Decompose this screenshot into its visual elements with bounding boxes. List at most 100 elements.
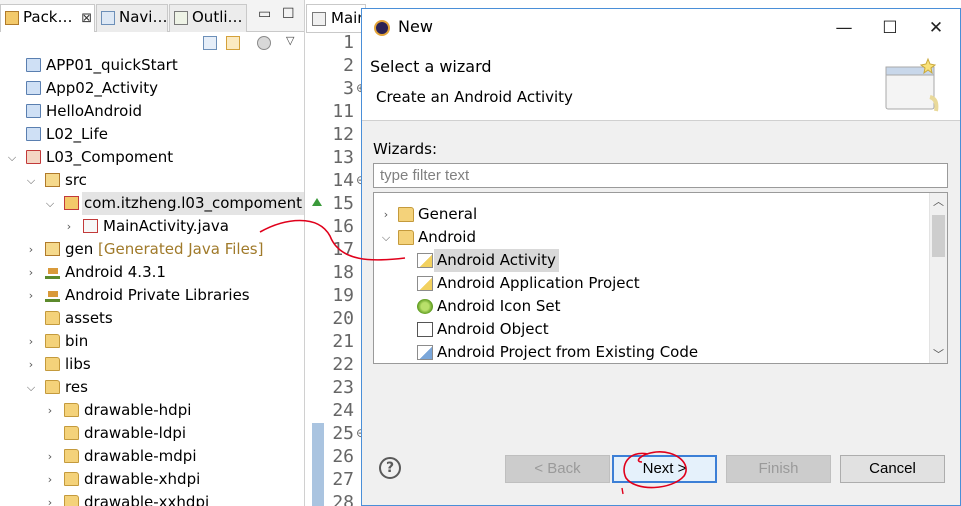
- wizard-item-label: Android Activity: [434, 249, 559, 272]
- chevron-right-icon[interactable]: ›: [25, 284, 37, 307]
- wizard-tree-scrollbar[interactable]: ︿ ﹀: [929, 193, 947, 363]
- chevron-down-icon[interactable]: ⌵: [25, 376, 37, 399]
- minimize-view-icon[interactable]: ▭: [258, 6, 271, 22]
- outline-icon: [174, 11, 188, 25]
- wizard-item-label: Android Application Project: [437, 274, 640, 292]
- chevron-right-icon[interactable]: ›: [25, 330, 37, 353]
- folder-icon: [64, 495, 79, 506]
- folder-icon: [398, 207, 414, 222]
- line-number: 22: [332, 354, 354, 375]
- tab-navigator[interactable]: Navi…: [96, 4, 168, 32]
- chevron-right-icon[interactable]: ›: [44, 468, 56, 491]
- tree-item-label: bin: [65, 332, 89, 350]
- finish-button[interactable]: Finish: [726, 455, 831, 483]
- source-folder-icon: [45, 173, 60, 187]
- maximize-button[interactable]: ☐: [867, 9, 913, 47]
- folder-icon: [64, 403, 79, 417]
- tree-item-label: com.itzheng.l03_compoment: [82, 192, 304, 215]
- chevron-right-icon[interactable]: ›: [44, 399, 56, 422]
- scrollbar-thumb[interactable]: [932, 215, 945, 257]
- chevron-right-icon[interactable]: ›: [44, 445, 56, 468]
- java-file-icon: [83, 219, 98, 233]
- tab-main-activity[interactable]: Main: [306, 4, 366, 32]
- chevron-down-icon[interactable]: ⌵: [25, 169, 37, 192]
- tab-navigator-label: Navi…: [119, 8, 168, 26]
- maximize-view-icon[interactable]: ☐: [282, 6, 295, 22]
- chevron-down-icon[interactable]: ⌵: [44, 192, 56, 215]
- java-editor: Main 123⊕11121314⊖1516171819202122232425…: [306, 0, 366, 506]
- error-project-icon: [26, 150, 41, 164]
- folder-icon: [45, 380, 60, 394]
- chevron-right-icon[interactable]: ›: [25, 238, 37, 261]
- new-project-icon: [417, 276, 433, 291]
- folder-icon: [64, 472, 79, 486]
- project-icon: [26, 127, 41, 141]
- tree-item-label: drawable-ldpi: [84, 424, 187, 442]
- chevron-down-icon[interactable]: ﹀: [930, 346, 947, 363]
- line-number: 2: [343, 55, 354, 76]
- folder-icon: [64, 449, 79, 463]
- chevron-down-icon[interactable]: ⌵: [380, 226, 392, 249]
- tab-package-explorer[interactable]: Pack… ⊠: [0, 4, 95, 33]
- wizard-page-description: Create an Android Activity: [376, 88, 573, 106]
- package-explorer-panel: Pack… ⊠ Navi… Outli… ▭ ☐ ▽ APP01_quickSt…: [0, 0, 305, 506]
- wizard-filter-input[interactable]: [373, 163, 948, 188]
- line-number: 12: [332, 124, 354, 145]
- view-menu-icon[interactable]: [257, 36, 271, 50]
- chevron-down-icon[interactable]: ⌵: [6, 146, 18, 169]
- wizard-header: Select a wizard Create an Android Activi…: [362, 47, 960, 121]
- new-wizard-dialog: New — ☐ ✕ Select a wizard Create an Andr…: [361, 8, 961, 506]
- tab-outline[interactable]: Outli…: [169, 4, 247, 32]
- chevron-down-icon[interactable]: ▽: [286, 34, 294, 47]
- wizard-item-label: Android Project from Existing Code: [437, 343, 699, 361]
- tree-item-label: gen [Generated Java Files]: [65, 240, 264, 258]
- override-marker-icon: [312, 198, 322, 206]
- cancel-button[interactable]: Cancel: [840, 455, 945, 483]
- chevron-right-icon[interactable]: ›: [25, 261, 37, 284]
- tree-item-label: APP01_quickStart: [46, 56, 178, 74]
- minimize-button[interactable]: —: [821, 9, 867, 47]
- link-with-editor-icon[interactable]: [226, 36, 240, 50]
- line-number: 19: [332, 285, 354, 306]
- chevron-right-icon[interactable]: ›: [63, 215, 75, 238]
- tab-outline-label: Outli…: [192, 8, 243, 26]
- line-number: 23: [332, 377, 354, 398]
- chevron-right-icon[interactable]: ›: [25, 353, 37, 376]
- tree-item-label: L03_Compoment: [46, 148, 174, 166]
- tree-item-label: drawable-xxhdpi: [84, 493, 210, 506]
- wizard-item-label: Android Object: [437, 320, 549, 338]
- tree-item-label: libs: [65, 355, 91, 373]
- collapse-all-icon[interactable]: [203, 36, 217, 50]
- line-number: 20: [332, 308, 354, 329]
- library-icon: [45, 265, 60, 279]
- project-icon: [26, 104, 41, 118]
- dialog-titlebar: New — ☐ ✕: [362, 9, 960, 47]
- folder-open-icon: [398, 230, 414, 245]
- wizard-banner-icon: [885, 57, 939, 112]
- tree-item-decoration: [Generated Java Files]: [98, 240, 264, 258]
- project-icon: [26, 81, 41, 95]
- chevron-up-icon[interactable]: ︿: [930, 193, 947, 210]
- next-button[interactable]: Next >: [612, 455, 717, 483]
- import-project-icon: [417, 345, 433, 360]
- help-button[interactable]: ?: [379, 457, 401, 479]
- line-number: 28: [332, 492, 354, 506]
- chevron-right-icon[interactable]: ›: [380, 203, 392, 226]
- project-icon: [26, 58, 41, 72]
- tab-package-explorer-label: Pack…: [23, 8, 73, 26]
- object-icon: [417, 322, 433, 337]
- chevron-right-icon[interactable]: ›: [44, 491, 56, 506]
- line-number: 26: [332, 446, 354, 467]
- close-icon[interactable]: ⊠: [81, 11, 92, 26]
- view-toolbar: ▽: [0, 32, 304, 54]
- wizard-item-label: General: [418, 205, 478, 223]
- folder-icon: [64, 426, 79, 440]
- navigator-icon: [101, 11, 115, 25]
- tree-item-label: L02_Life: [46, 125, 108, 143]
- back-button[interactable]: < Back: [505, 455, 610, 483]
- folder-icon: [45, 357, 60, 371]
- close-button[interactable]: ✕: [913, 9, 959, 47]
- tree-item-label: drawable-mdpi: [84, 447, 197, 465]
- view-tab-bar: Pack… ⊠ Navi… Outli… ▭ ☐: [0, 0, 304, 33]
- tree-item-label: MainActivity.java: [103, 217, 229, 235]
